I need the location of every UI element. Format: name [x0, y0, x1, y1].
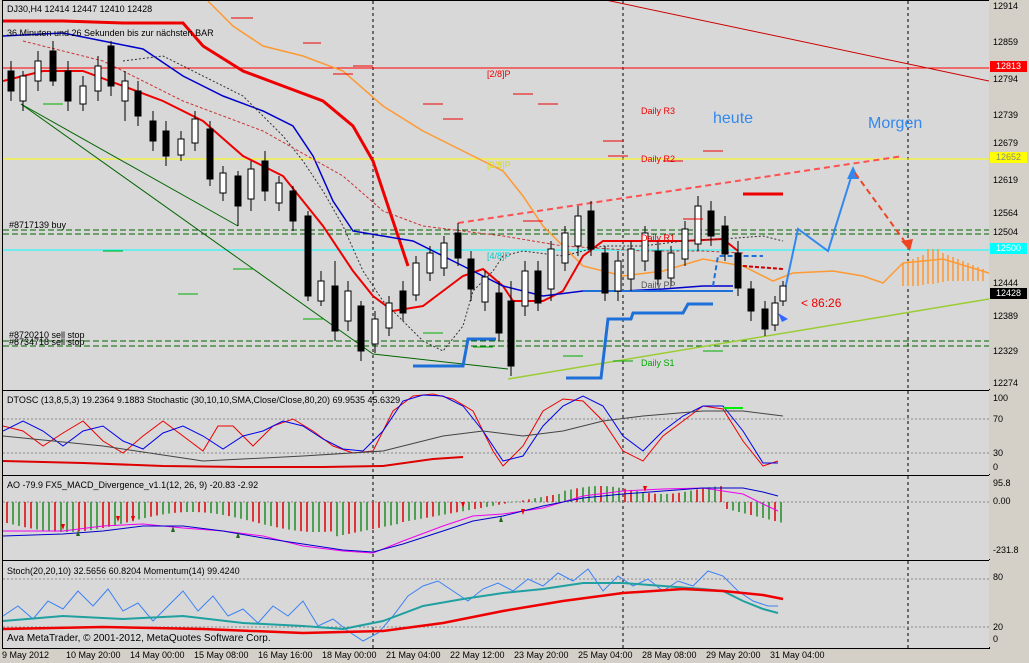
price-tick: 12444	[993, 278, 1019, 288]
down-arrow-icon	[116, 516, 120, 522]
price-tick: 12389	[993, 311, 1019, 321]
osc-tick: 80	[993, 572, 1004, 582]
countdown-marker: < 86:26	[801, 296, 842, 310]
time-tick: 29 May 20:00	[706, 650, 761, 660]
daily-r3-label: Daily R3	[641, 106, 676, 116]
price-tick: 12619	[993, 175, 1019, 185]
price-tick: 12859	[993, 37, 1019, 47]
red-dash-markers	[231, 17, 723, 222]
ao-axis: 95.8 0.00 -231.8	[989, 475, 1029, 559]
price-tag-yellow: 12652	[990, 152, 1027, 163]
ao-macd-pane[interactable]: AO -79.9 FX5_MACD_Divergence_v1.1(12, 26…	[2, 475, 990, 561]
forecast-arrow-down-icon	[901, 239, 913, 251]
price-tick: 12504	[993, 227, 1019, 237]
daily-s1-label: Daily S1	[641, 358, 675, 368]
green-dash-markers	[43, 103, 723, 362]
stochastic-red-line	[3, 456, 464, 468]
daily-r1-label: Daily R1	[641, 233, 676, 243]
price-tick: 12794	[993, 74, 1019, 84]
stoch-momentum-pane[interactable]: Stoch(20,20,10) 32.5656 60.8204 Momentum…	[2, 560, 990, 649]
osc-tick: -231.8	[993, 545, 1019, 555]
heute-label: heute	[713, 110, 754, 127]
stoch-axis: 80 20 0	[989, 560, 1029, 647]
osc-tick: 30	[993, 448, 1004, 458]
time-tick: 14 May 00:00	[130, 650, 185, 660]
time-tick: 28 May 08:00	[642, 650, 697, 660]
price-tick: 12739	[993, 110, 1019, 120]
red-dotted-line	[22, 40, 744, 254]
morgen-label: Morgen	[868, 115, 923, 132]
time-tick: 25 May 04:00	[578, 650, 633, 660]
main-chart-pane[interactable]: DJ30,H4 12414 12447 12410 12428 36 Minut…	[2, 0, 990, 391]
trend-line-down	[607, 1, 989, 82]
osc-tick: 70	[993, 414, 1004, 424]
down-arrow-icon	[131, 516, 135, 522]
time-tick: 23 May 20:00	[514, 650, 569, 660]
price-tick: 12564	[993, 208, 1019, 218]
buy-order-label: #8717139 buy	[9, 220, 67, 230]
price-chart-svg	[3, 1, 989, 390]
dtosc-indicator-label: DTOSC (13,8,5,3) 19.2364 9.1883 Stochast…	[7, 395, 401, 405]
forecast-down-path	[854, 172, 909, 247]
down-arrow-icon	[521, 509, 525, 515]
sell-stop-label-2: #8734718 sell stop	[9, 337, 85, 347]
price-tag-current: 12428	[990, 288, 1027, 299]
osc-tick: 0	[993, 462, 999, 472]
bar-countdown: 36 Minuten und 26 Sekunden bis zur nächs…	[7, 28, 214, 38]
candlesticks	[7, 41, 787, 376]
osc-tick: 95.8	[993, 478, 1011, 488]
osc-tick: 20	[993, 622, 1004, 632]
time-tick: 9 May 2012	[2, 650, 50, 660]
time-tick: 16 May 16:00	[258, 650, 313, 660]
forecast-path	[782, 170, 854, 300]
dtosc-axis: 100 70 30 0	[989, 390, 1029, 474]
daily-r2-label: Daily R2	[641, 154, 676, 164]
price-tag-cyan: 12500	[990, 243, 1027, 254]
price-tick: 12329	[993, 346, 1019, 356]
osc-tick: 100	[993, 393, 1009, 403]
time-axis: 9 May 2012 10 May 20:00 14 May 00:00 15 …	[2, 648, 988, 663]
cursor-arrow-icon	[778, 313, 788, 322]
price-tick: 12679	[993, 138, 1019, 148]
ao-indicator-label: AO -79.9 FX5_MACD_Divergence_v1.1(12, 26…	[7, 480, 259, 490]
price-tick: 12914	[993, 1, 1019, 11]
time-tick: 22 May 12:00	[450, 650, 505, 660]
price-tick: 12274	[993, 378, 1019, 388]
time-tick: 21 May 04:00	[386, 650, 441, 660]
price-tag-red: 12813	[990, 61, 1027, 72]
stoch-red-line	[3, 587, 784, 635]
stoch-indicator-label: Stoch(20,20,10) 32.5656 60.8204 Momentum…	[7, 566, 240, 576]
orange-ma-line	[207, 1, 989, 284]
down-arrow-icon	[643, 486, 647, 492]
copyright-label: Ava MetaTrader, © 2001-2012, MetaQuotes …	[7, 633, 271, 644]
time-tick: 18 May 00:00	[322, 650, 377, 660]
osc-tick: 0.00	[993, 496, 1011, 506]
pivot-label-38: [3/8]P	[487, 160, 511, 170]
blue-step-line-1	[413, 337, 496, 368]
symbol-info: DJ30,H4 12414 12447 12410 12428	[7, 4, 153, 14]
resistance-trend-line	[457, 155, 904, 224]
daily-pp-label: Daily PP	[641, 280, 676, 290]
time-tick: 31 May 04:00	[770, 650, 825, 660]
dtosc-stochastic-pane[interactable]: DTOSC (13,8,5,3) 19.2364 9.1883 Stochast…	[2, 390, 990, 476]
pivot-label-48: [4/8]P	[487, 251, 511, 261]
price-axis: 12914 12859 12794 12739 12679 12619 1256…	[989, 0, 1029, 389]
time-tick: 10 May 20:00	[66, 650, 121, 660]
divergence-arrows	[61, 486, 647, 538]
black-dashed-line	[122, 55, 784, 352]
pivot-label-28: [2/8]P	[487, 69, 511, 79]
osc-tick: 0	[993, 634, 999, 644]
down-arrow-icon	[461, 502, 465, 508]
time-tick: 15 May 08:00	[194, 650, 249, 660]
